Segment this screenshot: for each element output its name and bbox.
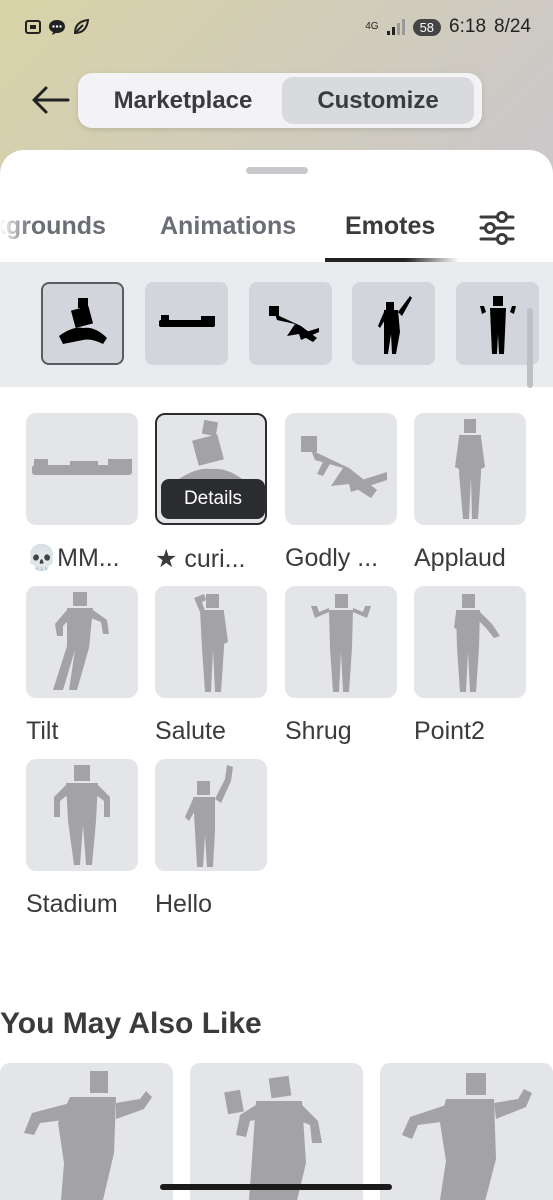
emote-thumbnail xyxy=(155,586,267,698)
shrug-figure-icon xyxy=(311,594,371,692)
category-falling[interactable] xyxy=(249,282,332,365)
category-lying[interactable] xyxy=(145,282,228,365)
clock: 6:18 xyxy=(449,16,487,37)
emote-thumbnail xyxy=(414,586,526,698)
section-title: You May Also Like xyxy=(0,1007,262,1040)
emote-thumbnail xyxy=(155,759,267,871)
emote-card[interactable]: 💀MM... xyxy=(26,413,138,573)
back-arrow-icon xyxy=(32,86,70,114)
date: 8/24 xyxy=(494,16,531,37)
category-sitting[interactable] xyxy=(41,282,124,365)
falling-figure-icon xyxy=(301,436,387,498)
emote-card[interactable]: Shrug xyxy=(285,586,397,746)
lying-figure-icon xyxy=(32,459,132,475)
emote-name: Stadium xyxy=(26,890,118,918)
point-figure-icon xyxy=(454,594,500,692)
standing-figure-icon xyxy=(455,419,485,519)
salute-figure-icon xyxy=(194,594,228,692)
emote-name: Hello xyxy=(155,890,212,918)
emote-name: Godly ... xyxy=(285,544,379,572)
scrollbar[interactable] xyxy=(527,308,533,388)
falling-figure-icon xyxy=(268,305,319,342)
network-type: 4G xyxy=(365,21,379,32)
emote-card[interactable]: Stadium xyxy=(26,759,138,919)
emote-name: Tilt xyxy=(26,717,59,745)
emote-thumbnail xyxy=(26,413,138,525)
customize-sheet: kgrounds Animations Emotes 💀MM... Detail… xyxy=(0,150,553,1200)
battery-indicator: 58 xyxy=(412,18,442,36)
emote-thumbnail xyxy=(285,413,397,525)
recommendation-card[interactable] xyxy=(380,1063,553,1200)
dance-figure-icon xyxy=(402,1073,532,1200)
recommendation-card[interactable] xyxy=(0,1063,173,1200)
stadium-figure-icon xyxy=(54,765,110,865)
point-figure-icon xyxy=(377,295,412,354)
emote-name: Applaud xyxy=(414,544,506,572)
category-tabs: kgrounds Animations Emotes xyxy=(0,194,553,262)
filter-icon[interactable] xyxy=(478,210,516,246)
message-icon xyxy=(48,18,66,36)
category-point[interactable] xyxy=(352,282,435,365)
lying-figure-icon xyxy=(158,314,215,327)
marketplace-tab[interactable]: Marketplace xyxy=(86,77,280,124)
emote-card[interactable]: Point2 xyxy=(414,586,526,746)
recommendation-card[interactable] xyxy=(190,1063,363,1200)
signal-icon xyxy=(386,19,405,35)
sitting-figure-icon xyxy=(58,297,107,344)
emote-thumbnail xyxy=(26,759,138,871)
dance-figure-icon xyxy=(24,1071,152,1200)
status-bar: 4G 58 6:18 8/24 xyxy=(0,0,553,58)
tilt-figure-icon xyxy=(53,592,109,690)
emote-card[interactable]: Tilt xyxy=(26,586,138,746)
emote-thumbnail xyxy=(414,413,526,525)
emote-card[interactable]: Details ★ curi... xyxy=(155,413,267,574)
emote-card[interactable]: Applaud xyxy=(414,413,526,573)
back-button[interactable] xyxy=(28,80,72,120)
emote-category-strip xyxy=(0,262,553,387)
emote-name: Point2 xyxy=(414,717,485,745)
emote-name: ★ curi... xyxy=(155,545,246,573)
dance-figure-icon xyxy=(224,1075,322,1200)
emote-name: Shrug xyxy=(285,717,352,745)
emote-name: 💀MM... xyxy=(26,544,120,572)
shrug-figure-icon xyxy=(479,295,516,354)
sheet-handle[interactable] xyxy=(246,167,308,174)
emote-thumbnail: Details xyxy=(155,413,267,525)
tab-emotes[interactable]: Emotes xyxy=(345,212,435,241)
emote-name: Salute xyxy=(155,717,226,745)
emote-card[interactable]: Godly ... xyxy=(285,413,397,573)
tab-animations[interactable]: Animations xyxy=(160,212,296,241)
home-indicator[interactable] xyxy=(160,1184,392,1190)
emote-thumbnail xyxy=(285,586,397,698)
emote-card[interactable]: Salute xyxy=(155,586,267,746)
customize-tab[interactable]: Customize xyxy=(282,77,474,124)
emote-thumbnail xyxy=(26,586,138,698)
details-button[interactable]: Details xyxy=(161,479,265,519)
screen-record-icon xyxy=(24,18,42,36)
mode-switcher: Marketplace Customize xyxy=(78,73,482,128)
leaf-icon xyxy=(72,18,90,36)
wave-figure-icon xyxy=(185,765,233,867)
emote-card[interactable]: Hello xyxy=(155,759,267,919)
